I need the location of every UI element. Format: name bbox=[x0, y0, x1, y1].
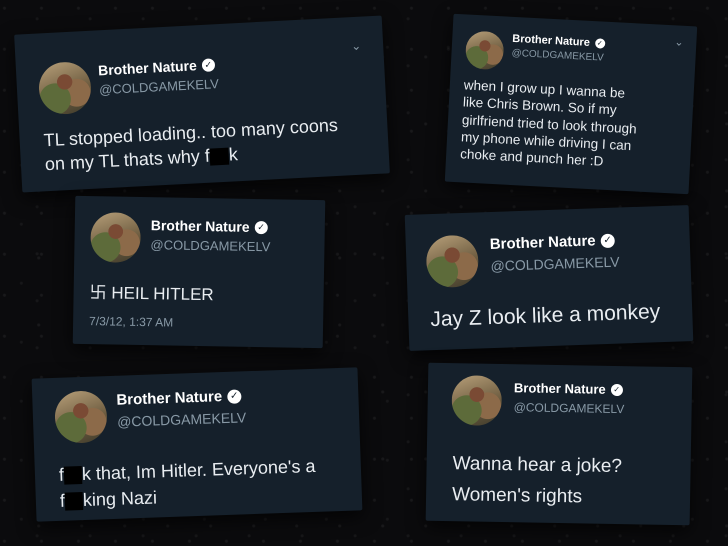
avatar[interactable] bbox=[425, 234, 480, 289]
verified-badge-icon: ✓ bbox=[594, 38, 606, 49]
avatar[interactable] bbox=[90, 212, 142, 263]
tweet-text: Jay Z look like a monkey bbox=[429, 300, 661, 332]
display-name[interactable]: Brother Nature bbox=[512, 33, 590, 49]
censor-bar bbox=[209, 147, 230, 166]
display-name[interactable]: Brother Nature bbox=[151, 217, 250, 235]
tweet-timestamp[interactable]: 7/3/12, 1:37 AM bbox=[89, 314, 173, 329]
verified-badge-icon: ✓ bbox=[201, 57, 216, 72]
swastika-icon: 卐 bbox=[89, 283, 107, 303]
tweet-card[interactable]: Brother Nature ✓ @COLDGAMEKELV ⌄ TL stop… bbox=[14, 15, 390, 193]
username[interactable]: @COLDGAMEKELV bbox=[514, 400, 625, 416]
tweet-card[interactable]: Brother Nature ✓ @COLDGAMEKELV Jay Z loo… bbox=[404, 205, 694, 351]
chevron-down-icon[interactable]: ⌄ bbox=[351, 39, 362, 54]
tweet-text: Wanna hear a joke? Women's rights bbox=[451, 453, 623, 508]
username[interactable]: @COLDGAMEKELV bbox=[490, 254, 620, 274]
username[interactable]: @COLDGAMEKELV bbox=[99, 76, 220, 97]
avatar[interactable] bbox=[54, 390, 108, 444]
avatar[interactable] bbox=[451, 375, 503, 426]
username[interactable]: @COLDGAMEKELV bbox=[150, 237, 270, 254]
display-name[interactable]: Brother Nature bbox=[514, 380, 606, 397]
tweet-text: fk that, Im Hitler. Everyone's a f king N… bbox=[58, 455, 316, 511]
username[interactable]: @COLDGAMEKELV bbox=[511, 48, 604, 64]
display-name[interactable]: Brother Nature bbox=[489, 232, 595, 253]
verified-badge-icon: ✓ bbox=[610, 383, 623, 396]
verified-badge-icon: ✓ bbox=[600, 233, 615, 248]
verified-badge-icon: ✓ bbox=[254, 220, 268, 234]
avatar[interactable] bbox=[37, 60, 93, 116]
verified-badge-icon: ✓ bbox=[226, 388, 242, 404]
tweet-text: TL stopped loading.. too many coons on m… bbox=[43, 114, 339, 175]
tweet-text: when I grow up I wanna be like Chris Bro… bbox=[459, 77, 638, 169]
censor-bar bbox=[64, 492, 84, 511]
tweet-card[interactable]: Brother Nature ✓ @COLDGAMEKELV 卐 HEIL HI… bbox=[72, 195, 326, 349]
display-name[interactable]: Brother Nature bbox=[98, 57, 197, 78]
tweet-card[interactable]: Brother Nature ✓ @COLDGAMEKELV fk that, … bbox=[31, 367, 363, 522]
chevron-down-icon[interactable]: ⌄ bbox=[674, 35, 684, 48]
tweet-text: 卐 HEIL HITLER bbox=[89, 283, 214, 305]
avatar[interactable] bbox=[464, 30, 505, 71]
tweet-card[interactable]: Brother Nature ✓ @COLDGAMEKELV Wanna hea… bbox=[425, 362, 693, 526]
censor-bar bbox=[63, 466, 83, 485]
tweet-card[interactable]: Brother Nature ✓ @COLDGAMEKELV ⌄ when I … bbox=[444, 13, 698, 195]
username[interactable]: @COLDGAMEKELV bbox=[117, 409, 247, 429]
display-name[interactable]: Brother Nature bbox=[116, 388, 222, 409]
